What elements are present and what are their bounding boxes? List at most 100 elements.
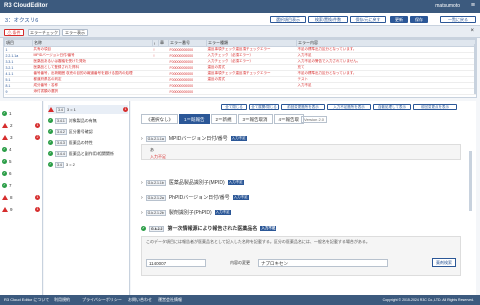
item-code: 3.4.1 — [55, 117, 67, 124]
warning-icon — [2, 207, 8, 212]
warning-icon — [48, 107, 54, 112]
item-label: 対象製品の有無 — [68, 117, 97, 123]
report-tab[interactable]: 1＝既報告 — [179, 114, 210, 124]
status-badge: 入力不足 — [232, 195, 249, 200]
error-display-button[interactable]: エラー表示 — [62, 28, 88, 36]
content-toolbar-button[interactable]: 全て展開/閉じる — [249, 104, 279, 110]
back-to-list-button[interactable]: 一覧に戻る — [440, 16, 476, 23]
column-header[interactable]: エラー内容 — [296, 39, 476, 47]
copyright: Copyright © 2015-2024 R3C Co.,LTD. All R… — [382, 298, 474, 302]
report-tab[interactable]: 4＝報告取 — [273, 114, 305, 124]
table-row[interactable]: 9 添付書類の選択 F00000000000 — [4, 88, 476, 95]
section-mpid-version[interactable]: › G.k.2.1.1a MPIDバージョン日付/番号 入力不足 — [141, 135, 461, 142]
code-input[interactable]: 1140007 — [146, 259, 206, 267]
user-name[interactable]: matsumoto — [435, 3, 460, 9]
chevron-icon[interactable]: › — [141, 195, 143, 201]
check-icon: ✓ — [48, 129, 53, 134]
item-row[interactable]: 3.4 3 = 1 1 — [48, 105, 128, 114]
chapter-item[interactable]: 91 — [2, 205, 40, 214]
chapter-label: 6 — [9, 171, 12, 176]
status-badge: 入力不足 — [227, 180, 244, 185]
item-row[interactable]: ✓ 3.4.3 医薬品の特性 — [48, 138, 128, 147]
section-drug-name[interactable]: ✓ G.k.2.2 第一次情報源により報告された医薬品名 入力不足 — [141, 225, 461, 232]
warning-icon — [2, 123, 8, 128]
check-icon: ✓ — [48, 151, 53, 156]
check-icon: ✓ — [2, 147, 7, 152]
chapter-item[interactable]: 21 — [2, 121, 40, 130]
chevron-icon[interactable]: › — [141, 180, 143, 186]
footer-link[interactable]: プライバシーポリシー — [82, 295, 122, 305]
error-check-button[interactable]: エラーチェック — [28, 28, 60, 36]
report-tabs: 《選択なし》 1＝既報告 2＝新規 3＝報告取消 4＝報告取 — [141, 114, 305, 124]
footer: Copyright © 2015-2024 R3C Co.,LTD. All R… — [0, 295, 480, 305]
report-tab[interactable]: 2＝新規 — [210, 114, 237, 124]
error-count-badge: 1 — [35, 123, 40, 128]
view-button[interactable]: 選択項目表示 — [270, 16, 306, 23]
footer-link[interactable]: 利用規約 — [54, 295, 70, 305]
content-toolbar-button[interactable]: 前回変更点を表示 — [413, 104, 457, 110]
footer-link[interactable]: R3 Cloud Editor について — [4, 295, 49, 305]
save-revert-button[interactable]: 保存/元に戻す — [350, 16, 386, 23]
chapter-item[interactable]: ✓ 1 — [2, 109, 40, 118]
item-label: 医薬品の特性 — [68, 139, 93, 145]
update-button[interactable]: 更新 — [390, 16, 408, 23]
drug-search-button[interactable]: 薬剤検索 — [432, 258, 456, 267]
column-header[interactable]: エラー種類 — [206, 39, 297, 47]
search-replace-button[interactable]: 検索/置換/件数 — [308, 16, 348, 23]
column-header[interactable]: 章 — [158, 39, 169, 47]
chapter-item[interactable]: ✓ 7 — [2, 181, 40, 190]
error-table-scrollbar[interactable] — [474, 44, 476, 94]
section-phpid-version[interactable]: › G.k.2.1.2a PhPIDバージョン日付/番号 入力不足 — [141, 194, 461, 201]
content-toolbar-button[interactable]: 全て閉じる — [221, 104, 247, 110]
column-header[interactable]: エラー番号 — [168, 39, 207, 47]
column-header[interactable]: 項目 — [4, 39, 33, 47]
item-code: 3.4.2 — [55, 128, 67, 135]
report-tab[interactable]: 《選択なし》 — [141, 114, 178, 124]
column-header[interactable]: 名称 — [32, 39, 153, 47]
error-header: ⚠ 条件 エラーチェック エラー表示 × — [0, 26, 480, 38]
chapter-item[interactable]: 32 — [2, 133, 40, 142]
section-mpid[interactable]: › G.k.2.1.1b 医薬品製品識別子(MPID) 入力不足 — [141, 179, 461, 186]
item-label: 3 = 1 — [66, 107, 76, 112]
chapter-item[interactable]: ✓ 5 — [2, 157, 40, 166]
content-toolbar-button[interactable]: 前回変更箇所を表示 — [281, 104, 325, 110]
back-link[interactable]: 3：オクスリ6 — [5, 16, 38, 24]
menu-icon[interactable]: ≡ — [471, 2, 475, 9]
error-count-badge: 1 — [123, 107, 128, 112]
chapter-item[interactable]: ✓ 6 — [2, 169, 40, 178]
section-title: MPIDバージョン日付/番号 — [168, 136, 228, 142]
chapter-label: 5 — [9, 159, 12, 164]
content-scrollbar[interactable] — [469, 151, 472, 211]
field-warning: 入力不足 — [150, 154, 166, 159]
content-toolbar-button[interactable]: 自動処理して表示 — [373, 104, 411, 110]
error-count-badge: 2 — [35, 135, 40, 140]
item-row[interactable]: ✓ 3.4.1 対象製品の有無 — [48, 116, 128, 125]
close-icon[interactable]: × — [470, 28, 474, 34]
report-tab[interactable]: 3＝報告取消 — [237, 114, 273, 124]
section-code: G.k.2.1.2b — [145, 209, 166, 216]
item-row[interactable]: ✓ 3.4 3 = 2 — [48, 160, 128, 169]
chevron-icon[interactable]: › — [141, 136, 143, 142]
content-toolbar-button[interactable]: 入力不足箇所を表示 — [327, 104, 371, 110]
chapter-item[interactable]: ✓ 4 — [2, 145, 40, 154]
table-cell: F00000000000 — [168, 88, 207, 95]
footer-link[interactable]: 運営会社情報 — [158, 295, 182, 305]
chapter-list: ✓ 1 2 1 3 2 ✓ 4 ✓ 5 ✓ 6 ✓ 7 8 1 9 1 — [0, 101, 43, 295]
warning-icon — [2, 135, 8, 140]
table-cell — [158, 88, 169, 95]
error-toggle[interactable]: ⚠ 条件 — [4, 28, 24, 36]
item-row[interactable]: ✓ 3.4.4 医薬品と副作用/相関関係 — [48, 149, 128, 158]
chapter-item[interactable]: 81 — [2, 193, 40, 202]
section-code: G.k.2.1.1b — [145, 179, 166, 186]
footer-link[interactable]: お問い合わせ — [128, 295, 152, 305]
item-row[interactable]: ✓ 3.4.2 区分番号確認 — [48, 127, 128, 136]
section-phpid[interactable]: › G.k.2.1.2b 製剤識別子(PhPID) 入力不足 — [141, 209, 461, 216]
chevron-icon[interactable]: › — [141, 210, 143, 216]
chapter-label: 3 — [10, 135, 13, 140]
chapter-label: 8 — [10, 195, 13, 200]
item-code: 3.4.3 — [55, 139, 67, 146]
save-button[interactable]: 保存 — [410, 16, 428, 23]
app-logo: R3 CloudEditor — [4, 3, 48, 9]
drug-name-input[interactable]: ナプロキセン — [258, 259, 388, 267]
section-code: G.k.2.2 — [149, 225, 165, 232]
